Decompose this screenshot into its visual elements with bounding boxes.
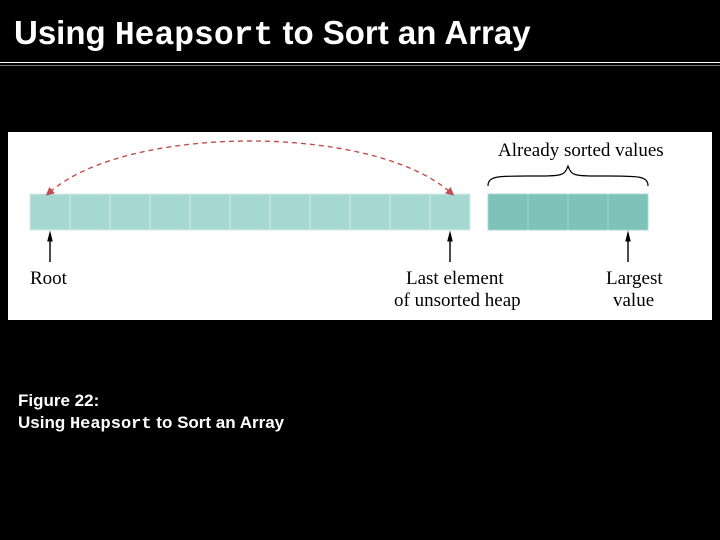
title-rule-2: [0, 65, 720, 66]
caption-line2: Using Heapsort to Sort an Array: [18, 412, 284, 436]
title-pre: Using: [14, 14, 115, 51]
last-label-l1: Last element: [406, 268, 504, 289]
sorted-label: Already sorted values: [498, 140, 664, 161]
sorted-cells: [488, 194, 648, 230]
last-label-l2: of unsorted heap: [394, 290, 521, 311]
unsorted-cells: [30, 194, 470, 230]
largest-label-l2: value: [613, 290, 654, 311]
title-mono: Heapsort: [115, 17, 273, 54]
caption-figno: Figure 22:: [18, 390, 284, 412]
heapsort-diagram: Already sorted values Root Last element …: [8, 132, 712, 320]
figure-caption: Figure 22: Using Heapsort to Sort an Arr…: [18, 390, 284, 436]
caption-pre: Using: [18, 413, 70, 432]
page-title: Using Heapsort to Sort an Array: [0, 0, 720, 56]
title-rule-1: [0, 62, 720, 63]
largest-label-l1: Largest: [606, 268, 663, 289]
caption-post: to Sort an Array: [152, 413, 285, 432]
root-label: Root: [30, 268, 68, 289]
caption-mono: Heapsort: [70, 415, 152, 434]
figure-panel: Already sorted values Root Last element …: [8, 132, 712, 320]
title-post: to Sort an Array: [273, 14, 530, 51]
sorted-brace: [488, 166, 648, 186]
swap-arc: [50, 141, 450, 192]
slide: Using Heapsort to Sort an Array: [0, 0, 720, 540]
